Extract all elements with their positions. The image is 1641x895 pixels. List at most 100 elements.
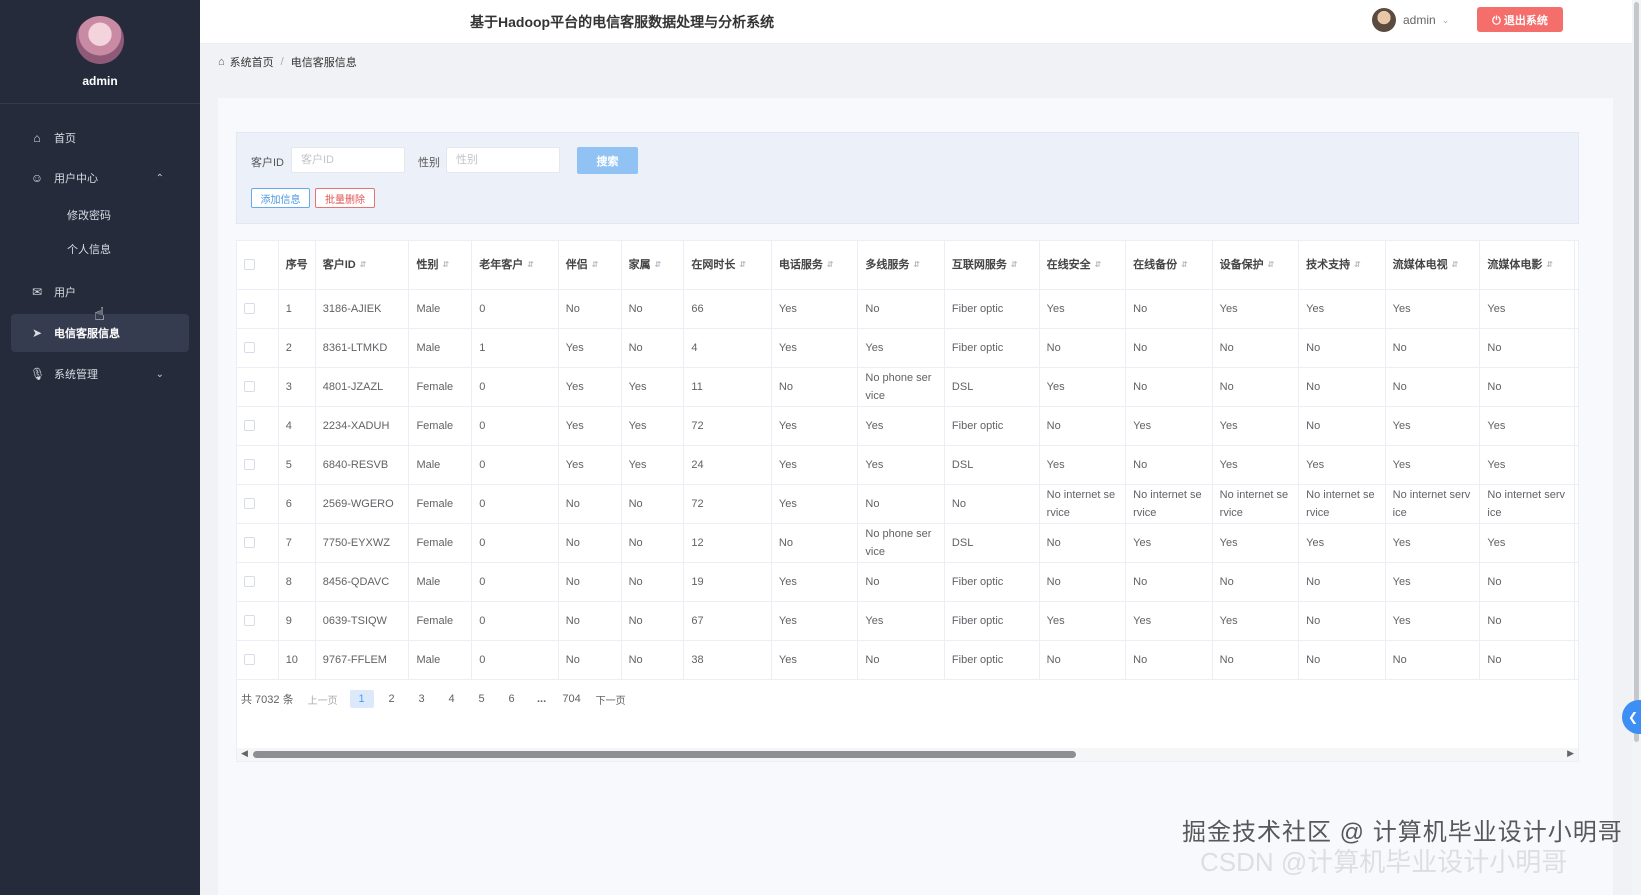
table-row[interactable]: 8 8456-QDAVC Male 0 No No 19 Yes No Fiber optic No…	[237, 562, 1578, 602]
column-header[interactable]: 设备保护 ⇵	[1212, 241, 1300, 290]
mic-icon: 🎙	[30, 367, 46, 381]
column-header[interactable]: 互联网服务 ⇵	[944, 241, 1040, 290]
scrollbar-thumb[interactable]	[253, 751, 1076, 758]
sidebar-item-profile[interactable]: 个人信息	[0, 232, 200, 266]
table-cell: Yes	[1385, 562, 1481, 602]
search-button[interactable]: 搜索	[577, 147, 638, 174]
gender-input[interactable]	[446, 147, 560, 173]
sort-icon[interactable]: ⇵	[442, 256, 449, 274]
scroll-left-icon[interactable]: ◀	[241, 748, 248, 759]
customer-id-input[interactable]	[291, 147, 405, 173]
table-row[interactable]: 10 9767-FFLEM Male 0 No No 38 Yes No Fiber optic N…	[237, 640, 1578, 680]
row-checkbox[interactable]	[244, 615, 255, 627]
row-checkbox[interactable]	[244, 303, 255, 315]
row-checkbox[interactable]	[244, 537, 255, 549]
sort-icon[interactable]: ⇵	[655, 256, 662, 274]
breadcrumb-home[interactable]: 系统首页	[230, 54, 274, 70]
sort-icon[interactable]: ⇵	[360, 256, 367, 274]
more-pages-button[interactable]: ...	[530, 690, 554, 708]
select-all-checkbox[interactable]	[244, 259, 255, 271]
column-header[interactable]: 电话服务 ⇵	[771, 241, 859, 290]
table-cell: No	[1385, 640, 1481, 680]
table-cell: Fiber optic	[944, 601, 1040, 641]
batch-delete-button[interactable]: 批量删除	[315, 188, 375, 208]
column-header[interactable]: 流媒体电视 ⇵	[1385, 241, 1481, 290]
content-card: 客户ID 性别 搜索 添加信息 批量删除 序号 客户ID⇵ 性别⇵ 老年客户⇵	[218, 98, 1613, 895]
page-button[interactable]: 3	[410, 690, 434, 708]
user-dropdown[interactable]: admin ⌄	[1372, 8, 1449, 32]
table-row[interactable]: 7 7750-EYXWZ Female 0 No No 12 No No phone servi…	[237, 523, 1578, 563]
table-cell: Yes	[1125, 523, 1213, 563]
logout-button[interactable]: ⏻ 退出系统	[1477, 7, 1563, 32]
column-header[interactable]: 在线备份 ⇵	[1125, 241, 1213, 290]
horizontal-scrollbar[interactable]: ◀ ▶	[237, 748, 1578, 761]
data-table-container: 序号 客户ID ⇵ 性别 ⇵ 老年客户 ⇵ 伴侣 ⇵ 家属 ⇵ 在网时长 ⇵ 电话服务 ⇵ 多…	[236, 240, 1579, 762]
avatar[interactable]	[76, 15, 124, 64]
column-header[interactable]: 技术支持 ⇵	[1298, 241, 1386, 290]
row-checkbox[interactable]	[244, 498, 255, 510]
sort-icon[interactable]: ⇵	[739, 256, 746, 274]
sidebar-item-change-password[interactable]: 修改密码	[0, 198, 200, 232]
sort-icon[interactable]: ⇵	[1095, 256, 1102, 274]
table-cell: Female	[408, 367, 473, 407]
column-header[interactable]: 性别 ⇵	[408, 241, 473, 290]
page-button[interactable]: 2	[380, 690, 404, 708]
column-header[interactable]: 在网时长 ⇵	[683, 241, 772, 290]
sort-icon[interactable]: ⇵	[1354, 256, 1361, 274]
table-cell: 5	[278, 445, 316, 485]
row-checkbox[interactable]	[244, 342, 255, 354]
row-checkbox[interactable]	[244, 654, 255, 666]
table-cell: Yes	[1125, 406, 1213, 446]
sidebar-item-user-center[interactable]: ☺ 用户中心 ⌃	[0, 158, 200, 198]
table-cell: No	[621, 562, 685, 602]
sort-icon[interactable]: ⇵	[827, 256, 834, 274]
sort-icon[interactable]: ⇵	[592, 256, 599, 274]
table-cell: No	[1385, 328, 1481, 368]
page-button[interactable]: 1	[349, 690, 374, 708]
sidebar-item-home[interactable]: ⌂ 首页	[0, 118, 200, 158]
table-cell: DSL	[944, 445, 1040, 485]
table-cell: One	[1574, 523, 1578, 563]
column-header[interactable]: 在线安全 ⇵	[1039, 241, 1127, 290]
sort-icon[interactable]: ⇵	[1546, 256, 1553, 274]
column-header[interactable]: 老年客户 ⇵	[471, 241, 559, 290]
page-button[interactable]: 704	[560, 690, 584, 708]
add-info-button[interactable]: 添加信息	[251, 188, 310, 208]
table-row[interactable]: 4 2234-XADUH Female 0 Yes Yes 72 Yes Yes Fiber op…	[237, 406, 1578, 446]
table-row[interactable]: 6 2569-WGERO Female 0 No No 72 Yes No No No intern…	[237, 484, 1578, 524]
scroll-right-icon[interactable]: ▶	[1567, 748, 1574, 759]
table-row[interactable]: 2 8361-LTMKD Male 1 Yes No 4 Yes Yes Fiber optic N…	[237, 328, 1578, 368]
page-scrollbar[interactable]	[1632, 0, 1641, 895]
column-header[interactable]: 流媒体电影 ⇵	[1479, 241, 1576, 290]
prev-page-button[interactable]: 上一页	[308, 692, 338, 707]
table-row[interactable]: 9 0639-TSIQW Female 0 No No 67 Yes Yes Fiber opti…	[237, 601, 1578, 641]
row-checkbox[interactable]	[244, 576, 255, 588]
table-row[interactable]: 5 6840-RESVB Male 0 Yes Yes 24 Yes Yes DSL Yes No Ye…	[237, 445, 1578, 485]
column-header[interactable]: 合约	[1574, 241, 1578, 290]
page-button[interactable]: 4	[440, 690, 464, 708]
row-checkbox[interactable]	[244, 381, 255, 393]
gender-label: 性别	[418, 157, 440, 169]
page-button[interactable]: 6	[500, 690, 524, 708]
sort-icon[interactable]: ⇵	[1181, 256, 1188, 274]
column-header[interactable]: 伴侣 ⇵	[558, 241, 622, 290]
chevron-left-icon: ❮	[1628, 710, 1639, 724]
column-header[interactable]: 多线服务 ⇵	[857, 241, 945, 290]
collapse-tab-button[interactable]: ❮	[1622, 700, 1641, 734]
sort-icon[interactable]: ⇵	[1268, 256, 1275, 274]
page-button[interactable]: 5	[470, 690, 494, 708]
column-header[interactable]: 客户ID ⇵	[315, 241, 410, 290]
row-checkbox[interactable]	[244, 420, 255, 432]
sidebar-item-system-management[interactable]: 🎙 系统管理 ⌄	[0, 354, 200, 394]
sort-icon[interactable]: ⇵	[1011, 256, 1018, 274]
next-page-button[interactable]: 下一页	[596, 692, 626, 707]
sort-icon[interactable]: ⇵	[913, 256, 920, 274]
table-cell: Yes	[1385, 445, 1481, 485]
sort-icon[interactable]: ⇵	[1452, 256, 1459, 274]
table-row[interactable]: 1 3186-AJIEK Male 0 No No 66 Yes No Fiber optic Ye…	[237, 289, 1578, 329]
page-scrollbar-thumb[interactable]	[1634, 2, 1639, 742]
sort-icon[interactable]: ⇵	[527, 256, 534, 274]
table-row[interactable]: 3 4801-JZAZL Female 0 Yes Yes 11 No No phone ser…	[237, 367, 1578, 407]
column-header[interactable]: 家属 ⇵	[621, 241, 685, 290]
row-checkbox[interactable]	[244, 459, 255, 471]
